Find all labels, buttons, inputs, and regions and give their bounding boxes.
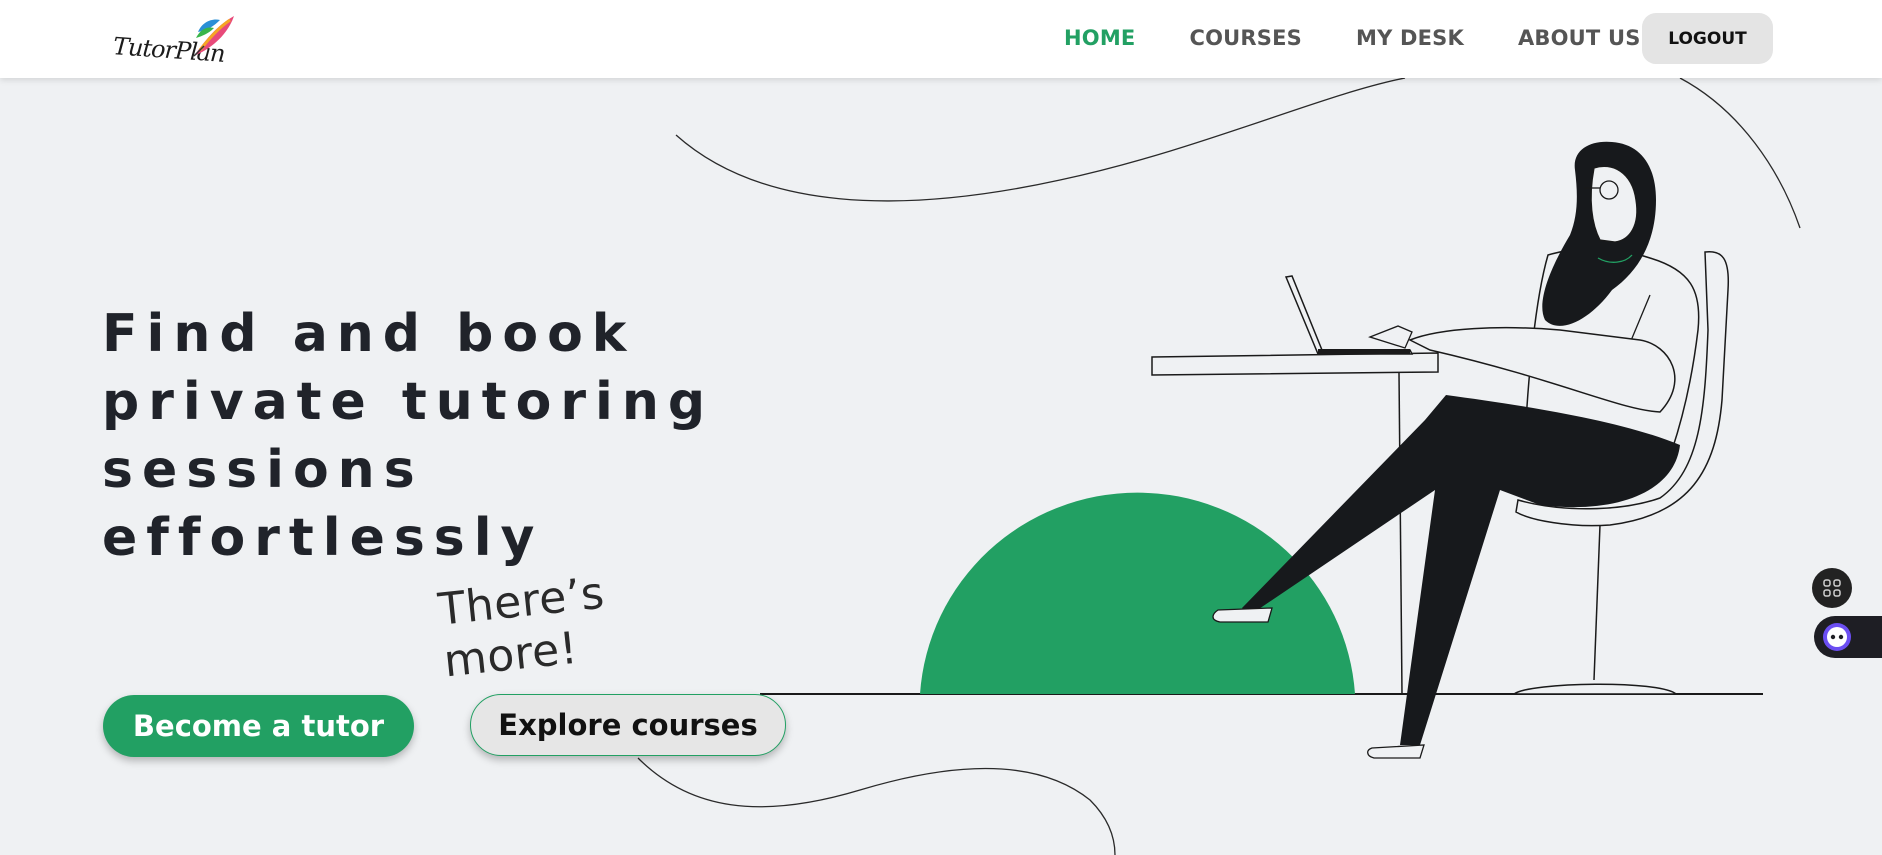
site-header: TutorPlan HOME COURSES MY DESK ABOUT US … xyxy=(0,0,1882,78)
desk xyxy=(1151,352,1439,376)
become-a-tutor-button[interactable]: Become a tutor xyxy=(103,695,414,757)
apps-grid-glyph xyxy=(1823,579,1841,597)
logo[interactable]: TutorPlan xyxy=(108,10,238,70)
apps-grid-icon[interactable] xyxy=(1812,568,1852,608)
hero-title-line: sessions xyxy=(102,440,424,500)
page: TutorPlan HOME COURSES MY DESK ABOUT US … xyxy=(0,0,1882,855)
green-semicircle xyxy=(920,492,1355,694)
hero-title-line: Find and book xyxy=(102,304,636,364)
decorative-curve-top xyxy=(675,77,1406,202)
nav-home[interactable]: HOME xyxy=(1064,26,1135,50)
nav-my-desk[interactable]: MY DESK xyxy=(1356,26,1464,50)
hero-title-line: effortlessly xyxy=(102,508,544,568)
hero-title-line: private tutoring xyxy=(102,372,715,432)
hero-title: Find and book private tutoring sessions … xyxy=(102,300,742,572)
nav-courses[interactable]: COURSES xyxy=(1189,26,1301,50)
nav-about-us[interactable]: ABOUT US xyxy=(1518,26,1641,50)
main-nav: HOME COURSES MY DESK ABOUT US xyxy=(1064,26,1695,50)
decorative-curve-right xyxy=(1679,77,1801,229)
decorative-curve-bottom xyxy=(637,757,1116,855)
feather-icon xyxy=(193,16,234,57)
explore-courses-button[interactable]: Explore courses xyxy=(470,694,786,756)
theres-more-note: There’s more! xyxy=(436,566,626,688)
bot-face-glyph xyxy=(1823,623,1851,651)
assistant-bot-icon[interactable] xyxy=(1814,616,1882,658)
logout-button[interactable]: LOGOUT xyxy=(1642,13,1773,64)
